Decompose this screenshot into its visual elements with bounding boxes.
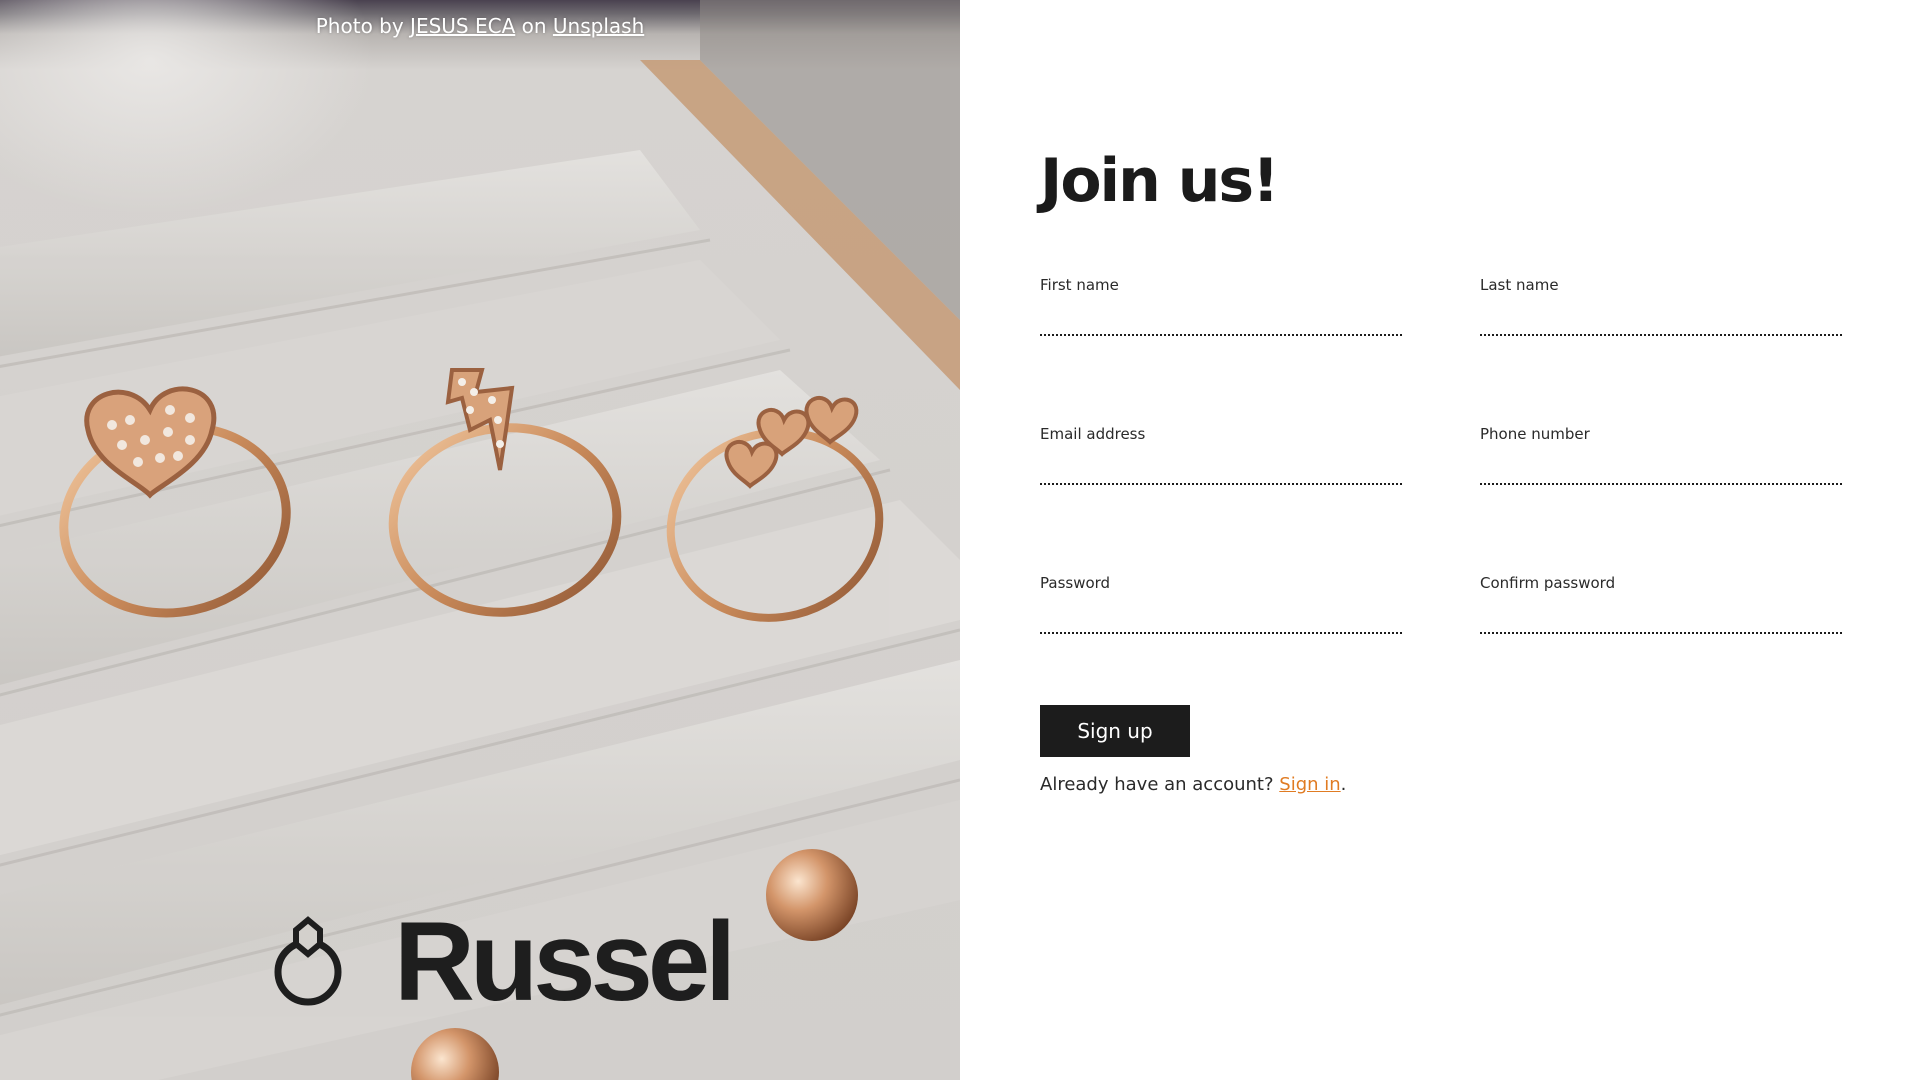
password-label: Password [1040,574,1111,592]
confirm-password-field: Confirm password [1480,574,1842,634]
photo-credit: Photo by JESUS ECA on Unsplash [0,14,960,38]
brand-logo: Russel [270,906,736,1018]
confirm-password-input[interactable] [1480,604,1842,634]
signin-prompt: Already have an account? Sign in. [1040,774,1346,795]
phone-field: Phone number [1480,425,1842,485]
ring-drop-icon [274,916,342,1006]
first-name-label: First name [1040,276,1119,294]
email-field: Email address [1040,425,1402,485]
last-name-label: Last name [1480,276,1559,294]
email-label: Email address [1040,425,1146,443]
phone-label: Phone number [1480,425,1590,443]
author-link[interactable]: JESUS ECA [410,14,515,38]
password-field: Password [1040,574,1402,634]
signin-suffix: . [1340,774,1347,795]
first-name-field: First name [1040,276,1402,336]
unsplash-link[interactable]: Unsplash [553,14,644,38]
credit-prefix: Photo by [315,14,411,38]
page-title: Join us! [1040,146,1280,216]
phone-input[interactable] [1480,455,1842,485]
brand-name: Russel [394,899,736,1024]
last-name-input[interactable] [1480,306,1842,336]
gold-bead [411,1028,499,1080]
first-name-input[interactable] [1040,306,1402,336]
password-input[interactable] [1040,604,1402,634]
credit-middle: on [515,14,553,38]
gold-bead [766,849,858,941]
last-name-field: Last name [1480,276,1842,336]
sign-up-button[interactable]: Sign up [1040,705,1190,757]
hero-image-panel: Photo by JESUS ECA on Unsplash Russel [0,0,960,1080]
signup-panel: Join us! First name Last name Email addr… [960,0,1920,1080]
confirm-password-label: Confirm password [1480,574,1616,592]
signin-prompt-text: Already have an account? [1040,774,1280,795]
email-input[interactable] [1040,455,1402,485]
sign-in-link[interactable]: Sign in [1279,774,1340,795]
